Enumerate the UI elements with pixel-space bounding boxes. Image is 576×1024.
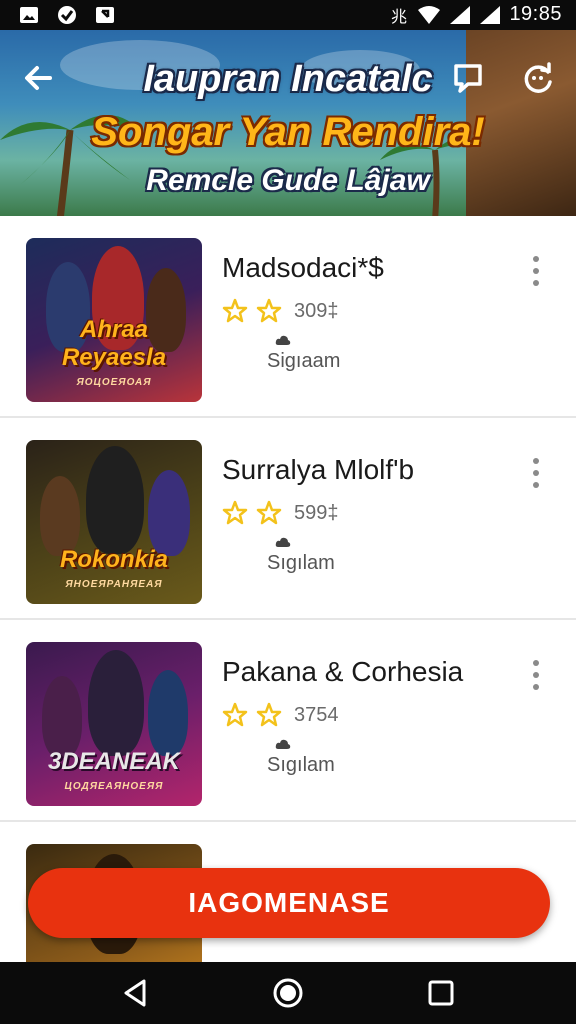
star-icon bbox=[256, 500, 282, 525]
wifi-icon bbox=[418, 5, 441, 24]
nav-back-icon[interactable] bbox=[118, 976, 152, 1010]
thumbnail-title: Rokonkia bbox=[59, 546, 169, 573]
thumbnail-subtitle: ЦОДЯЕАЯНОЕЯЯ bbox=[64, 781, 164, 792]
star-icon bbox=[256, 702, 282, 727]
character-figure bbox=[86, 446, 144, 554]
character-figure bbox=[40, 476, 80, 556]
item-title: Surralya Mlolf'b bbox=[222, 454, 415, 485]
header-subtitle: Remcle Gude Lâjaw bbox=[146, 164, 430, 197]
more-dot-icon bbox=[533, 482, 539, 488]
list-item[interactable]: Ahraa Reyaesla ЯОЦОЕЯОАЯ Madsodaci*$ 309… bbox=[0, 216, 576, 418]
thumbnail-subtitle: ЯНОЕЯРАНЯЕАЯ bbox=[65, 579, 163, 590]
star-icon bbox=[222, 500, 248, 525]
thumbnail-subtitle: ЯОЦОЕЯОАЯ bbox=[76, 377, 152, 388]
download-icon bbox=[96, 7, 114, 23]
character-figure bbox=[42, 676, 82, 758]
list-item[interactable]: 3DEANEAK ЦОДЯЕАЯНОЕЯЯ Pakana & Corhesia … bbox=[0, 620, 576, 822]
cloud-icon bbox=[275, 537, 291, 547]
rating-row: 3754 bbox=[222, 702, 339, 728]
svg-text:兆: 兆 bbox=[391, 7, 407, 25]
rating-count: 309‡ bbox=[294, 299, 339, 322]
more-dot-icon bbox=[533, 684, 539, 690]
game-thumbnail[interactable]: 3DEANEAK ЦОДЯЕАЯНОЕЯЯ bbox=[26, 642, 202, 806]
system-nav-bar bbox=[0, 962, 576, 1024]
developer-name: Sıgılam bbox=[267, 754, 335, 776]
more-dot-icon bbox=[533, 672, 539, 678]
star-icon bbox=[222, 298, 248, 323]
item-title: Pakana & Corhesia bbox=[222, 656, 464, 687]
header-title: Iaupran Incatalc bbox=[143, 58, 433, 100]
more-options-button[interactable] bbox=[530, 660, 542, 690]
more-dot-icon bbox=[533, 256, 539, 262]
character-figure bbox=[148, 470, 190, 556]
status-bar: 兆 19:85 bbox=[0, 0, 576, 30]
cloud-icon bbox=[275, 335, 291, 345]
status-right-icons: 兆 19:85 bbox=[389, 3, 562, 26]
thumbnail-title: 3DEANEAK bbox=[47, 748, 181, 775]
primary-cta-button[interactable]: IAGOMENASE bbox=[28, 868, 550, 938]
gallery-icon bbox=[20, 7, 38, 23]
nfc-icon: 兆 bbox=[391, 7, 407, 25]
nav-home-icon[interactable] bbox=[271, 976, 305, 1010]
check-shield-icon bbox=[58, 6, 76, 24]
hero-banner: Iaupran Incatalc Songar Yan Rendira! Rem… bbox=[0, 30, 576, 216]
star-icon bbox=[222, 702, 248, 727]
header-headline: Songar Yan Rendira! bbox=[91, 110, 485, 154]
rating-count: 599‡ bbox=[294, 501, 339, 524]
developer-name: Sigıaam bbox=[267, 350, 341, 372]
rating-row: 599‡ bbox=[222, 500, 339, 526]
signal-icon bbox=[480, 5, 501, 24]
rating-row: 309‡ bbox=[222, 298, 339, 324]
rating-count: 3754 bbox=[294, 703, 339, 726]
nav-recents-icon[interactable] bbox=[424, 976, 458, 1010]
signal-icon bbox=[450, 5, 471, 24]
more-options-button[interactable] bbox=[530, 458, 542, 488]
game-thumbnail[interactable]: Rokonkia ЯНОЕЯРАНЯЕАЯ bbox=[26, 440, 202, 604]
character-figure bbox=[88, 650, 144, 756]
status-time: 19:85 bbox=[509, 3, 562, 25]
cloud-icon bbox=[275, 739, 291, 749]
item-title: Madsodaci*$ bbox=[222, 252, 384, 283]
more-dot-icon bbox=[533, 660, 539, 666]
status-left-icons bbox=[18, 4, 116, 26]
more-dot-icon bbox=[533, 268, 539, 274]
developer-name: Sıgılam bbox=[267, 552, 335, 574]
more-dot-icon bbox=[533, 470, 539, 476]
list-item[interactable]: Rokonkia ЯНОЕЯРАНЯЕАЯ Surralya Mlolf'b 5… bbox=[0, 418, 576, 620]
game-thumbnail[interactable]: Ahraa Reyaesla ЯОЦОЕЯОАЯ bbox=[26, 238, 202, 402]
more-options-button[interactable] bbox=[530, 256, 542, 286]
character-figure bbox=[148, 670, 188, 756]
thumbnail-title: Ahraa Reyaesla bbox=[61, 316, 167, 371]
star-icon bbox=[256, 298, 282, 323]
more-dot-icon bbox=[533, 458, 539, 464]
more-dot-icon bbox=[533, 280, 539, 286]
